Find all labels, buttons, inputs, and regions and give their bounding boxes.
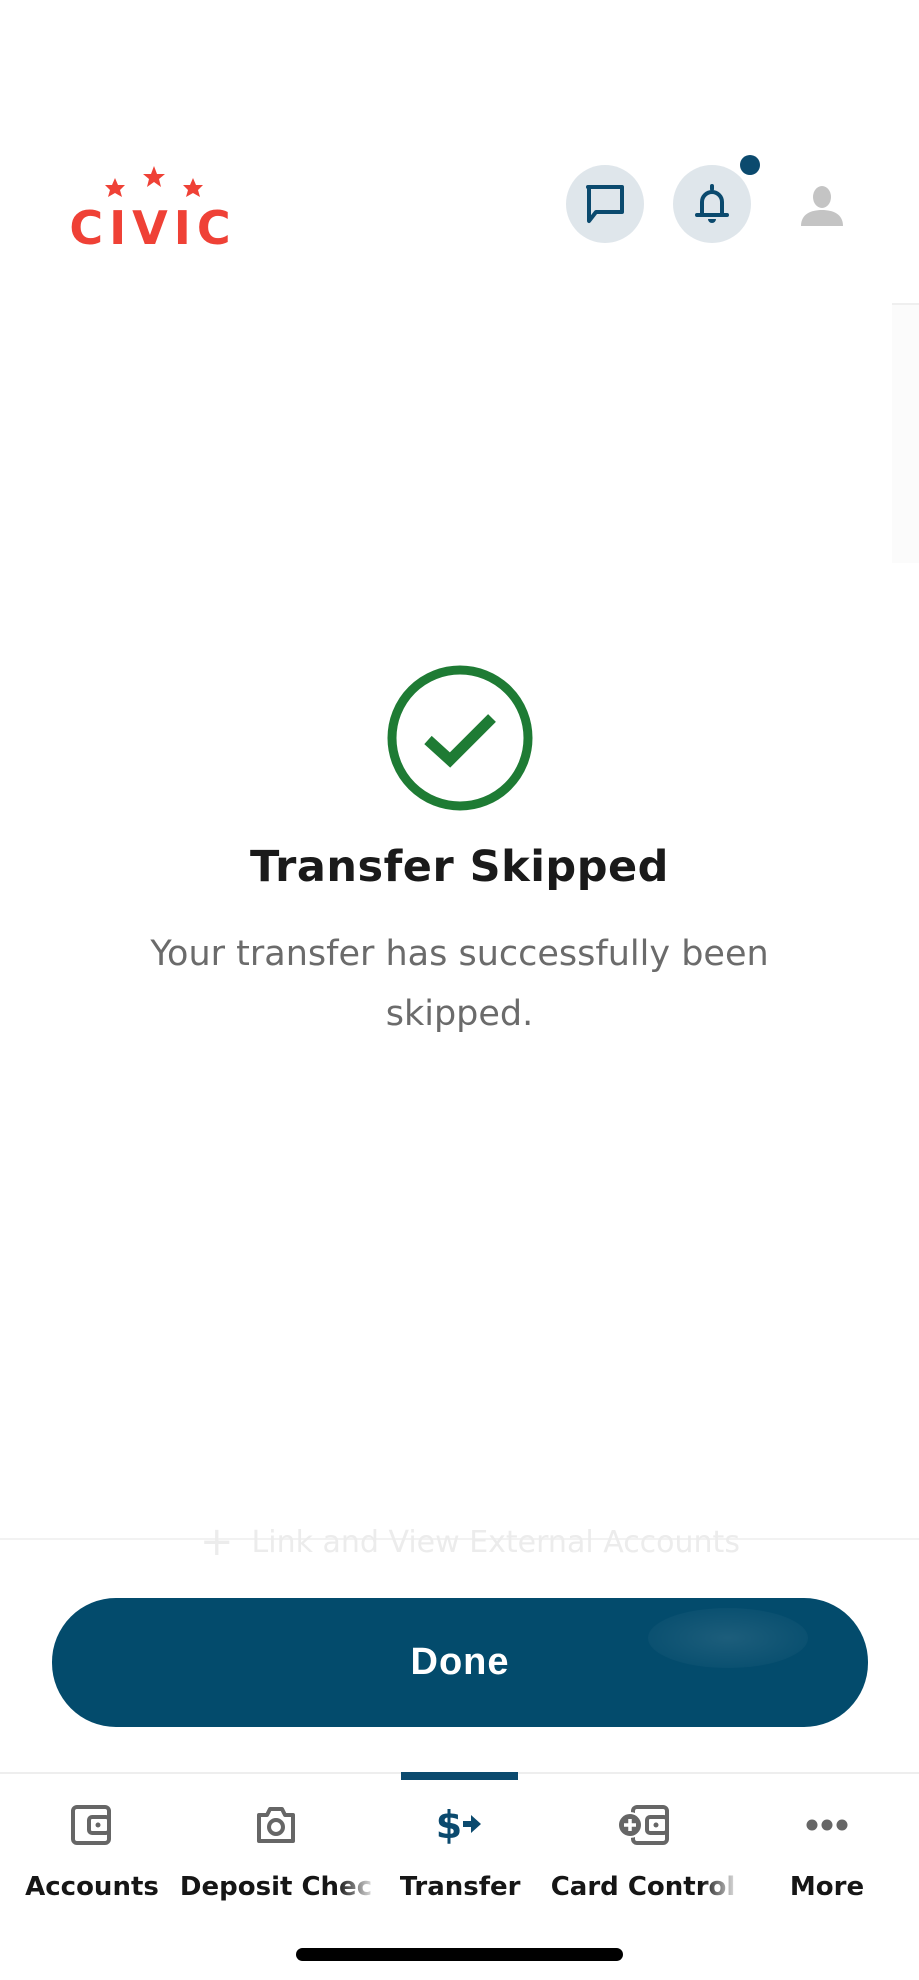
civic-logo-icon: CIVIC (69, 166, 236, 255)
check-circle-icon (387, 665, 533, 811)
more-dots-icon (806, 1819, 848, 1831)
tab-label: More (789, 1872, 865, 1902)
status-message: Your transfer has successfully been skip… (150, 934, 769, 1034)
tab-card-control[interactable]: Card Control (550, 1800, 736, 1910)
link-external-accounts: + Link and View External Accounts (200, 1522, 740, 1562)
svg-text:$: $ (437, 1804, 462, 1846)
bell-icon (695, 184, 729, 223)
background-panel (892, 303, 919, 563)
tab-label: Card Control (550, 1872, 736, 1902)
notification-badge (740, 155, 760, 175)
dollar-arrow-icon: $ (437, 1804, 481, 1846)
notifications-button[interactable] (673, 165, 751, 243)
tab-label: Transfer (399, 1872, 521, 1902)
tab-label: Accounts (25, 1872, 159, 1902)
camera-icon (257, 1807, 295, 1843)
profile-button[interactable] (796, 176, 848, 226)
chat-icon (586, 185, 624, 223)
active-tab-indicator (401, 1772, 518, 1780)
link-external-accounts-label: Link and View External Accounts (251, 1524, 740, 1560)
card-control-icon (617, 1805, 669, 1845)
tab-more[interactable]: More (770, 1800, 884, 1910)
logo-text: CIVIC (69, 201, 236, 250)
done-button[interactable]: Done (52, 1598, 868, 1727)
chat-button[interactable] (566, 165, 644, 243)
plus-icon: + (200, 1519, 234, 1565)
tab-accounts[interactable]: Accounts (18, 1800, 166, 1910)
status-title: Transfer Skipped (250, 842, 669, 892)
wallet-icon (71, 1805, 111, 1845)
tab-deposit-check[interactable]: Deposit Chec (179, 1800, 373, 1910)
profile-icon (801, 186, 843, 226)
tab-transfer[interactable]: $ Transfer (390, 1800, 530, 1910)
app-header: CIVIC (0, 0, 919, 288)
home-indicator[interactable] (296, 1948, 623, 1961)
civic-logo[interactable]: CIVIC (58, 160, 248, 255)
tab-label: Deposit Chec (179, 1872, 373, 1902)
